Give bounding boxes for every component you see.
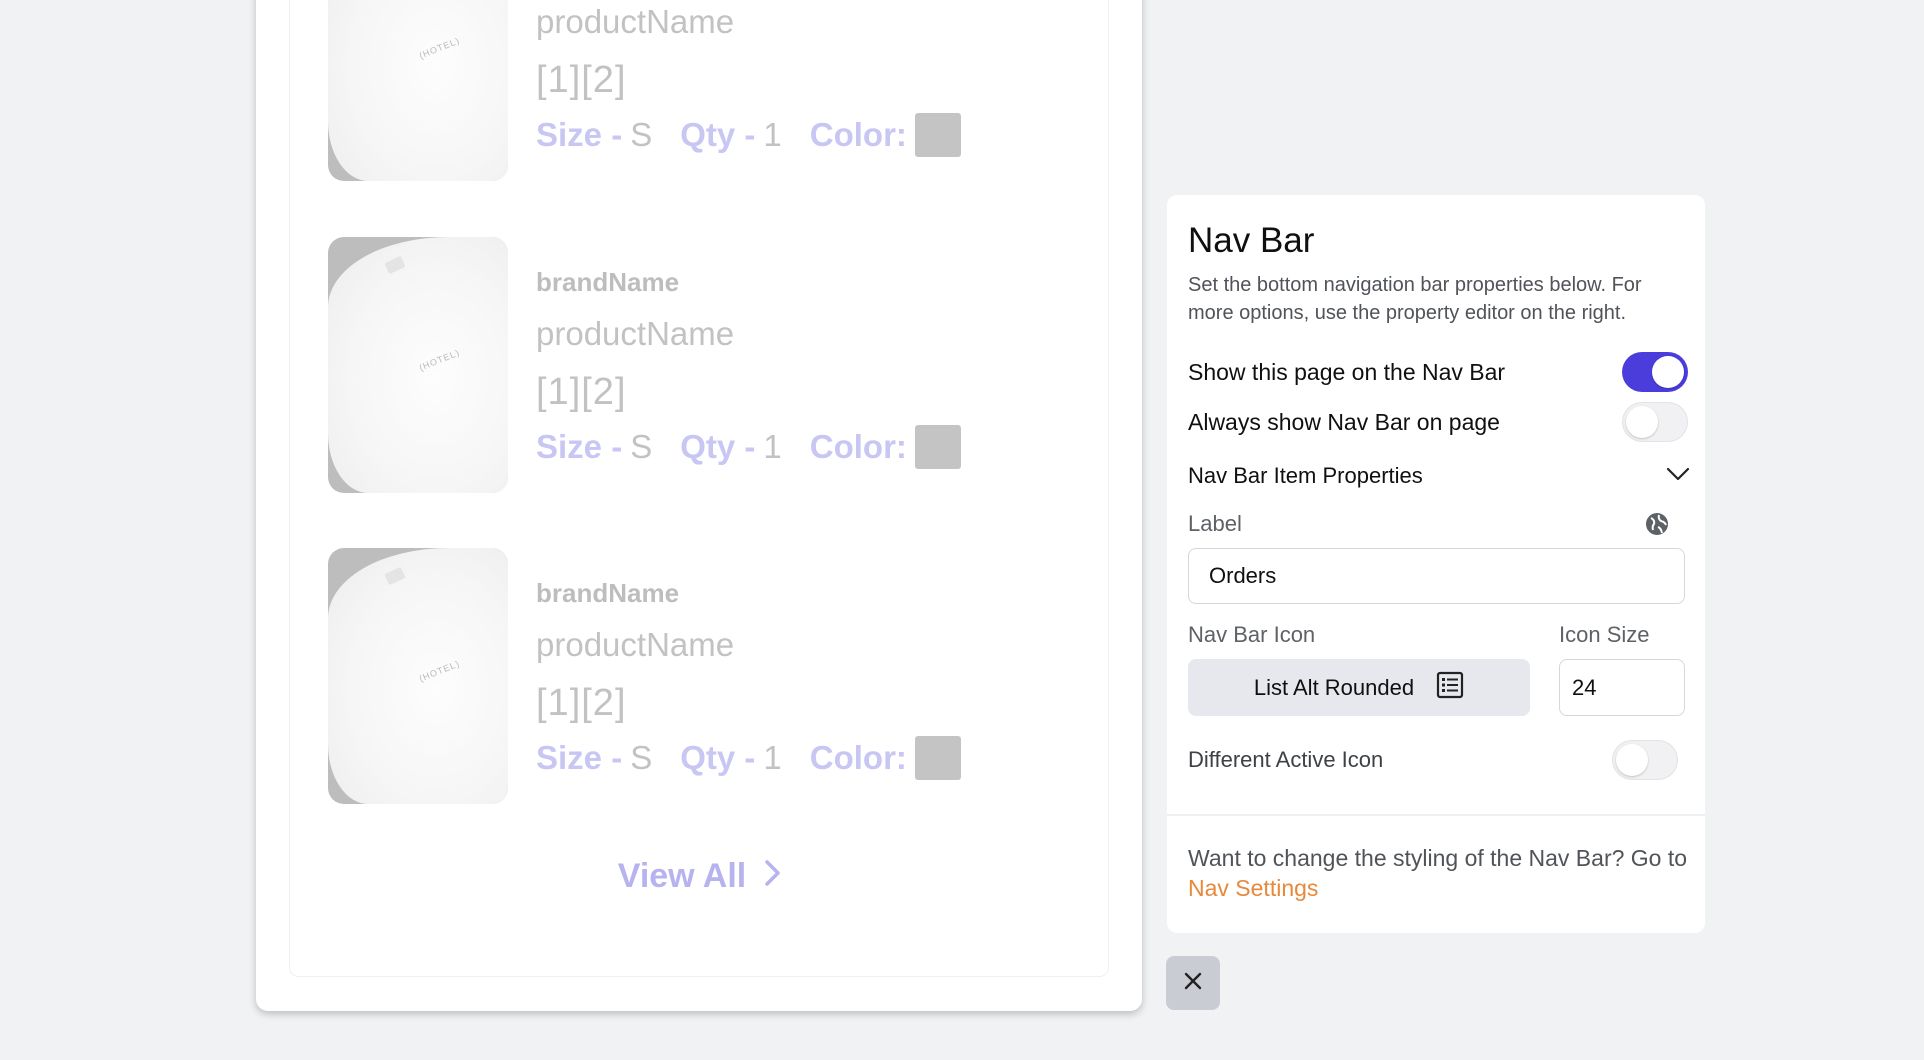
size-value: S bbox=[630, 739, 653, 776]
color-swatch bbox=[914, 113, 961, 157]
nav-settings-link[interactable]: Nav Settings bbox=[1188, 875, 1318, 901]
item-properties-label: Nav Bar Item Properties bbox=[1188, 463, 1423, 488]
orders-card: (HOTEL) productName [1][2] Size - S Qty … bbox=[289, 0, 1109, 977]
list-item[interactable]: (HOTEL) productName [1][2] Size - S Qty … bbox=[328, 0, 968, 181]
color-swatch bbox=[914, 425, 961, 469]
item-properties-header[interactable]: Nav Bar Item Properties bbox=[1188, 463, 1690, 489]
product-attributes: Size - S Qty - 1 Color: bbox=[536, 113, 961, 157]
chevron-down-icon[interactable] bbox=[1666, 466, 1690, 487]
different-active-toggle[interactable] bbox=[1612, 740, 1678, 780]
product-name: productName bbox=[536, 626, 735, 663]
qty-value: 1 bbox=[763, 116, 782, 153]
product-thumbnail: (HOTEL) bbox=[328, 237, 508, 493]
icon-size-input[interactable] bbox=[1559, 659, 1685, 716]
product-thumbnail: (HOTEL) bbox=[328, 0, 508, 181]
show-on-nav-row: Show this page on the Nav Bar bbox=[1188, 352, 1688, 392]
size-label: Size - bbox=[536, 739, 623, 776]
nav-bar-panel: Nav Bar Set the bottom navigation bar pr… bbox=[1167, 195, 1705, 933]
product-attributes: Size - S Qty - 1 Color: bbox=[536, 425, 961, 469]
nav-bar-icon-label: Nav Bar Icon bbox=[1188, 622, 1316, 647]
color-label: Color: bbox=[809, 739, 907, 776]
product-price: [1][2] bbox=[536, 59, 627, 101]
icon-picker-label: List Alt Rounded bbox=[1253, 674, 1415, 700]
different-active-label: Different Active Icon bbox=[1188, 747, 1384, 772]
always-show-toggle[interactable] bbox=[1622, 402, 1688, 442]
always-show-label: Always show Nav Bar on page bbox=[1188, 408, 1500, 435]
divider bbox=[1167, 814, 1705, 816]
show-on-nav-toggle[interactable] bbox=[1622, 352, 1688, 392]
globe-icon[interactable] bbox=[1644, 511, 1670, 542]
color-label: Color: bbox=[809, 428, 907, 465]
list-item[interactable]: (HOTEL) brandName productName [1][2] Siz… bbox=[328, 237, 968, 493]
panel-description: Set the bottom navigation bar properties… bbox=[1188, 274, 1642, 324]
qty-label: Qty - bbox=[680, 428, 756, 465]
product-price: [1][2] bbox=[536, 371, 627, 413]
product-name: productName bbox=[536, 315, 735, 352]
size-value: S bbox=[630, 428, 653, 465]
close-icon bbox=[1183, 971, 1203, 996]
nav-bar-icon-picker[interactable]: List Alt Rounded bbox=[1188, 659, 1530, 716]
show-on-nav-label: Show this page on the Nav Bar bbox=[1188, 358, 1506, 385]
panel-title: Nav Bar bbox=[1188, 221, 1315, 260]
product-price: [1][2] bbox=[536, 682, 627, 724]
close-button[interactable] bbox=[1166, 956, 1220, 1010]
qty-label: Qty - bbox=[680, 116, 756, 153]
brand-name: brandName bbox=[536, 578, 680, 608]
color-label: Color: bbox=[809, 116, 907, 153]
product-attributes: Size - S Qty - 1 Color: bbox=[536, 736, 961, 780]
label-input[interactable] bbox=[1188, 548, 1685, 604]
label-field-label: Label bbox=[1188, 511, 1242, 536]
brand-name: brandName bbox=[536, 267, 680, 297]
size-label: Size - bbox=[536, 116, 623, 153]
qty-label: Qty - bbox=[680, 739, 756, 776]
qty-value: 1 bbox=[763, 428, 782, 465]
product-thumbnail: (HOTEL) bbox=[328, 548, 508, 804]
color-swatch bbox=[914, 736, 961, 780]
product-name: productName bbox=[536, 3, 735, 40]
nav-styling-hint: Want to change the styling of the Nav Ba… bbox=[1188, 843, 1688, 903]
different-active-row: Different Active Icon bbox=[1188, 740, 1678, 780]
list-item[interactable]: (HOTEL) brandName productName [1][2] Siz… bbox=[328, 548, 968, 804]
view-all-label: View All bbox=[617, 857, 747, 895]
page-preview: (HOTEL) productName [1][2] Size - S Qty … bbox=[256, 0, 1142, 1011]
size-label: Size - bbox=[536, 428, 623, 465]
view-all-button[interactable]: View All bbox=[290, 857, 1110, 896]
icon-size-label: Icon Size bbox=[1559, 622, 1650, 647]
always-show-row: Always show Nav Bar on page bbox=[1188, 402, 1688, 442]
chevron-right-icon bbox=[764, 857, 782, 896]
qty-value: 1 bbox=[763, 739, 782, 776]
size-value: S bbox=[630, 116, 653, 153]
list-alt-icon bbox=[1436, 671, 1464, 705]
nav-styling-text: Want to change the styling of the Nav Ba… bbox=[1188, 845, 1688, 871]
